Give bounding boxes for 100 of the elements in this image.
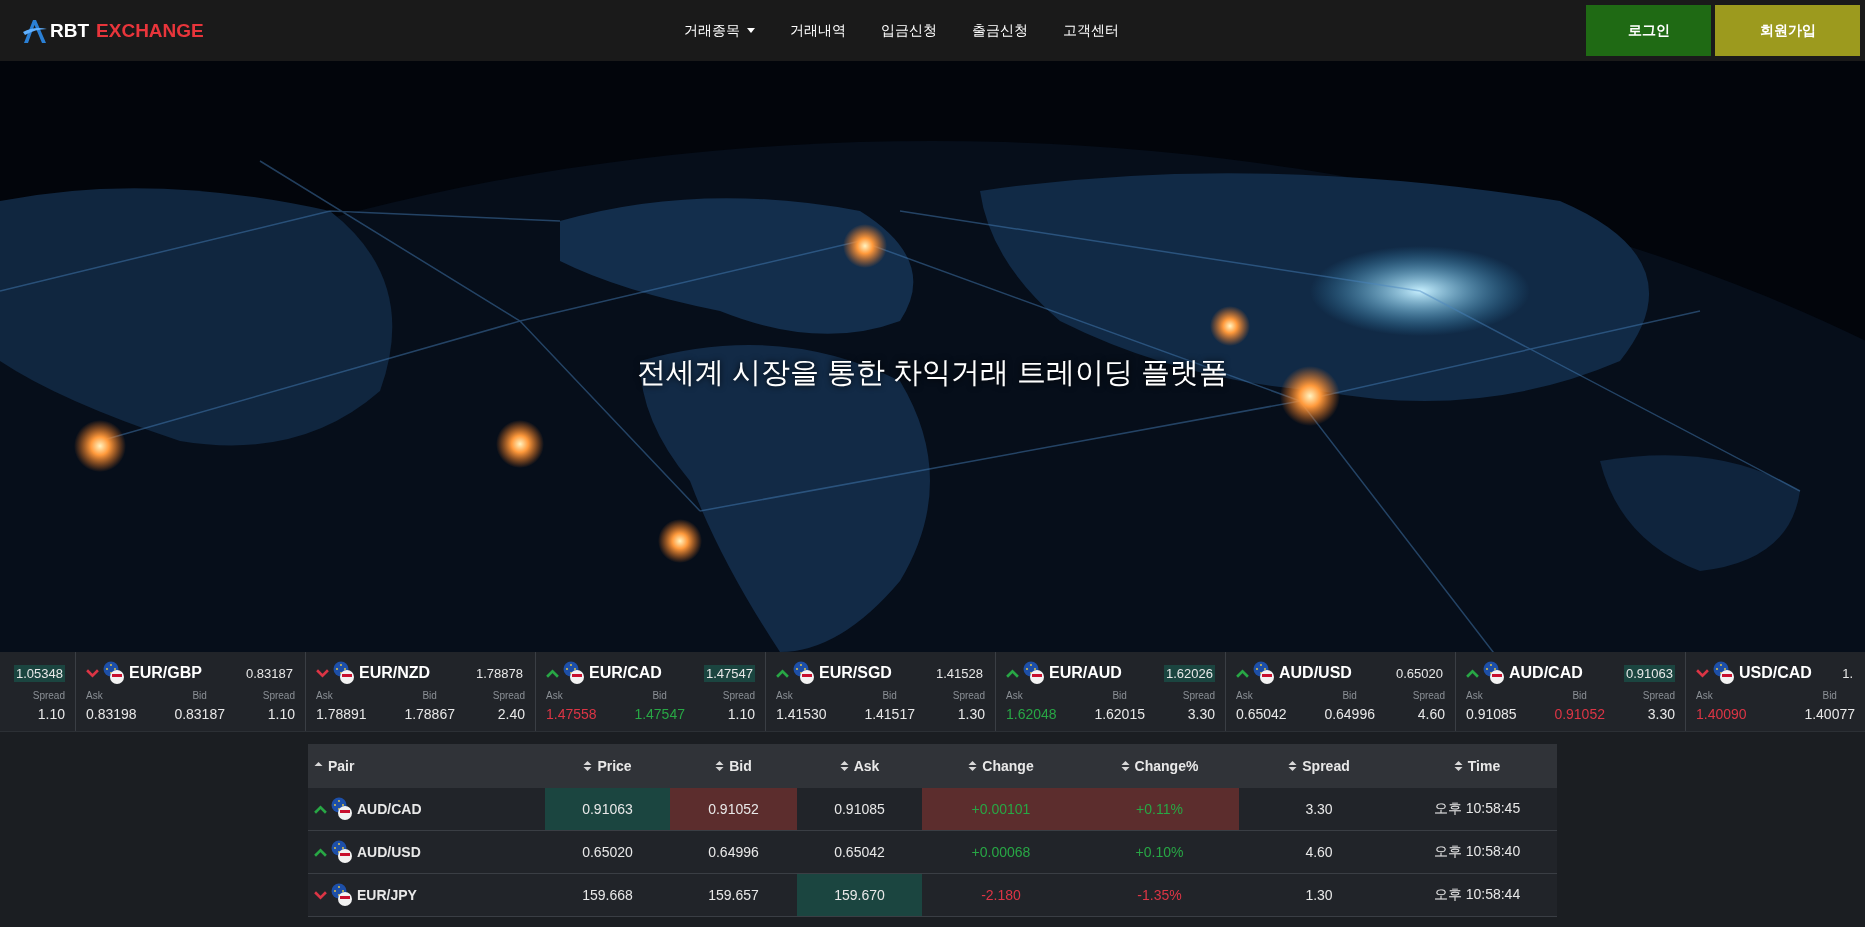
logo-text: RBT [50, 19, 90, 42]
spread-value: 2.40 [497, 706, 525, 722]
price-value: 0.83187 [245, 664, 294, 682]
price-value: 0.91063 [1624, 664, 1675, 682]
spread-value: 1.10 [267, 706, 295, 722]
bid-label: Bid [192, 690, 207, 701]
currency-flags-icon [331, 797, 353, 821]
currency-flags-icon [333, 661, 355, 685]
bid-label: Bid [422, 690, 437, 701]
pair-name: EUR/GBP [129, 664, 202, 682]
nav-link[interactable]: 거래내역 [790, 21, 846, 40]
column-header[interactable]: Ask [797, 744, 922, 788]
bid-label: Bid [882, 690, 897, 701]
table-cell-text: 0.91085 [833, 800, 886, 819]
pair-name: AUD/CAD [1509, 664, 1583, 682]
ask-label: Ask [776, 690, 793, 701]
pair-name: AUD/USD [1279, 664, 1352, 682]
price-value: 1.41528 [935, 664, 984, 682]
ask-value: 1.78891 [316, 706, 367, 722]
column-header[interactable]: Change [922, 744, 1080, 788]
pair-name: EUR/NZD [359, 664, 431, 682]
bid-value: 0.91052 [1554, 706, 1605, 722]
currency-flags-icon [103, 661, 125, 685]
ask-label: Ask [1006, 690, 1023, 701]
column-header[interactable]: Time [1399, 744, 1555, 788]
currency-flags-icon [331, 883, 353, 907]
bid-value: 1.40077 [1804, 706, 1855, 722]
currency-flags-icon [563, 661, 585, 685]
ask-value: 1.40090 [1696, 706, 1747, 722]
table-cell-text: -2.180 [980, 886, 1022, 905]
ask-value: 0.65042 [1236, 706, 1287, 722]
ask-value: 1.47558 [546, 706, 597, 722]
ask-label: Ask [1236, 690, 1253, 701]
spread-label: Spread [32, 690, 65, 701]
table-cell-text: -1.35% [1136, 886, 1183, 905]
bid-value: 1.47547 [634, 706, 685, 722]
spread-label: Spread [1412, 690, 1445, 701]
table-cell-text: 오후 10:58:44 [1432, 885, 1522, 904]
nav-link[interactable]: 출금신청 [972, 21, 1028, 40]
table-cell-text: 1.30 [1304, 886, 1334, 905]
ask-label: Ask [86, 690, 103, 701]
currency-flags-icon [793, 661, 815, 685]
price-value: 1.05348 [14, 664, 65, 682]
pair-name: EUR/JPY [357, 887, 417, 903]
table-cell: 0.91063 [545, 788, 670, 830]
column-header[interactable]: Spread [1239, 744, 1399, 788]
ask-label: Ask [1466, 690, 1483, 701]
table-cell-text: 0.64996 [707, 843, 760, 862]
nav-link[interactable]: 거래종목 [684, 21, 755, 40]
spread-value: 4.60 [1417, 706, 1445, 722]
spread-value: 3.30 [1647, 706, 1675, 722]
table-cell-text: 3.30 [1304, 800, 1334, 819]
bid-label: Bid [1822, 690, 1837, 701]
spread-label: Spread [492, 690, 525, 701]
bid-value: 0.83187 [174, 706, 225, 722]
table-cell-text: +0.00068 [970, 843, 1032, 862]
spread-label: Spread [262, 690, 295, 701]
table-cell: 0.91052 [670, 788, 797, 830]
ask-label: Ask [546, 690, 563, 701]
price-value: 1. [1841, 664, 1854, 682]
spread-value: 1.30 [957, 706, 985, 722]
bid-value: 1.41517 [864, 706, 915, 722]
column-header[interactable]: Pair [308, 744, 545, 788]
nav-link[interactable]: 고객센터 [1063, 21, 1119, 40]
ask-label: Ask [1696, 690, 1713, 701]
currency-flags-icon [1253, 661, 1275, 685]
login-button[interactable]: 로그인 [1586, 5, 1711, 56]
pair-name: AUD/USD [357, 844, 421, 860]
table-cell-text: 0.65042 [833, 843, 886, 862]
ask-value: 1.62048 [1006, 706, 1057, 722]
pair-name: AUD/CAD [357, 801, 422, 817]
bid-label: Bid [1112, 690, 1127, 701]
nav-link[interactable]: 입금신청 [881, 21, 937, 40]
pair-name: USD/CAD [1739, 664, 1812, 682]
bid-value: 1.78867 [404, 706, 455, 722]
price-value: 1.78878 [475, 664, 524, 682]
spread-value: 1.10 [37, 706, 65, 722]
price-value: 1.62026 [1164, 664, 1215, 682]
ask-value: 0.91085 [1466, 706, 1517, 722]
table-cell-text: +0.10% [1134, 843, 1185, 862]
table-cell-text: 159.657 [707, 886, 760, 905]
table-cell-text: 4.60 [1304, 843, 1334, 862]
currency-flags-icon [331, 840, 353, 864]
table-cell-text: 0.65020 [581, 843, 634, 862]
spread-label: Spread [952, 690, 985, 701]
table-cell: +0.11% [1080, 788, 1239, 830]
column-header[interactable]: Bid [670, 744, 797, 788]
column-header[interactable]: Change% [1080, 744, 1239, 788]
table-cell: +0.00101 [922, 788, 1080, 830]
currency-flags-icon [1713, 661, 1735, 685]
bid-label: Bid [1572, 690, 1587, 701]
table-cell: 159.670 [797, 874, 922, 916]
pair-name: EUR/CAD [589, 664, 662, 682]
pair-name: EUR/AUD [1049, 664, 1122, 682]
table-cell-text: 159.668 [581, 886, 634, 905]
price-value: 0.65020 [1395, 664, 1444, 682]
price-value: 1.47547 [704, 664, 755, 682]
currency-flags-icon [1023, 661, 1045, 685]
column-header[interactable]: Price [545, 744, 670, 788]
spread-label: Spread [1182, 690, 1215, 701]
